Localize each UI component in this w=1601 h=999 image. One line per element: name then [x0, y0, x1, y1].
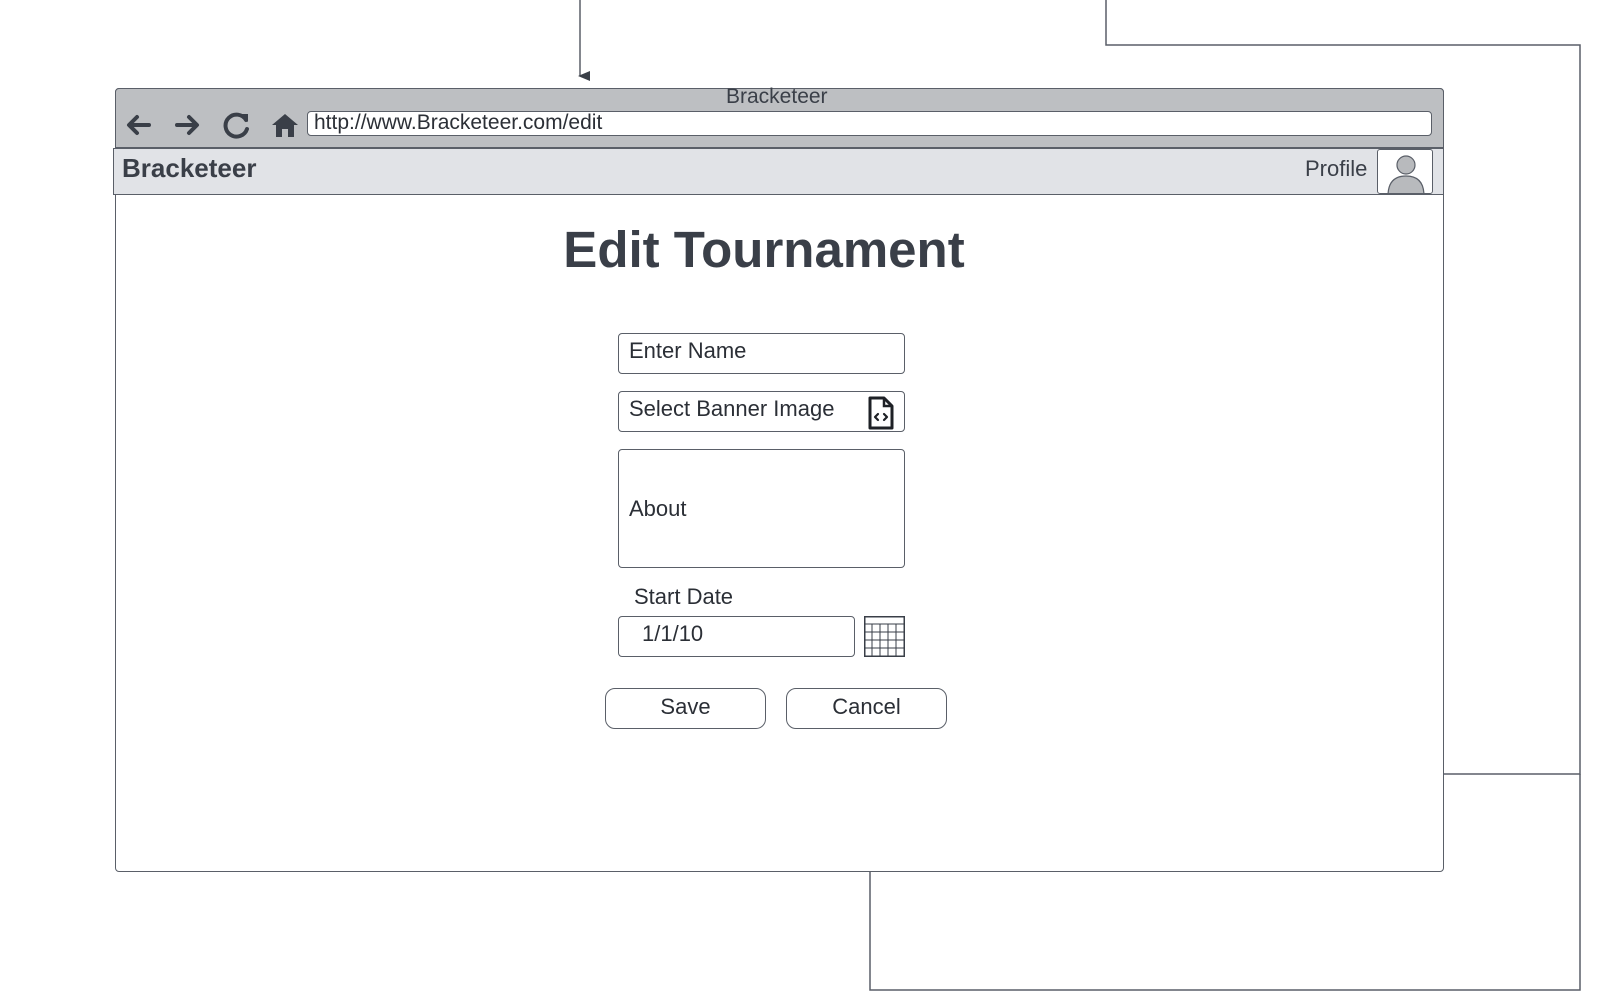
user-avatar-icon[interactable]: [1377, 149, 1433, 194]
start-date-input[interactable]: 1/1/10: [618, 616, 855, 657]
forward-arrow-icon[interactable]: [171, 108, 205, 142]
brand-logo[interactable]: Bracketeer: [122, 153, 256, 184]
save-button[interactable]: Save: [605, 688, 766, 729]
banner-image-label: Select Banner Image: [629, 396, 835, 421]
name-input[interactable]: Enter Name: [618, 333, 905, 374]
file-code-icon[interactable]: [867, 396, 895, 430]
window-title: Bracketeer: [726, 85, 828, 108]
profile-link[interactable]: Profile: [1305, 156, 1367, 182]
start-date-label: Start Date: [634, 584, 734, 609]
reload-icon[interactable]: [220, 108, 254, 142]
calendar-icon[interactable]: [864, 616, 905, 657]
home-icon[interactable]: [268, 108, 302, 142]
name-input-placeholder: Enter Name: [629, 338, 747, 363]
about-textarea[interactable]: About: [618, 449, 905, 568]
back-arrow-icon[interactable]: [121, 108, 155, 142]
address-bar[interactable]: http://www.Bracketeer.com/edit: [307, 111, 1432, 136]
banner-image-picker[interactable]: Select Banner Image: [618, 391, 905, 432]
start-date-value: 1/1/10: [642, 621, 704, 646]
cancel-button[interactable]: Cancel: [786, 688, 947, 729]
page-title: Edit Tournament: [563, 221, 965, 278]
url-text: http://www.Bracketeer.com/edit: [314, 111, 603, 134]
about-placeholder: About: [629, 496, 687, 521]
app-header: [113, 148, 1444, 195]
